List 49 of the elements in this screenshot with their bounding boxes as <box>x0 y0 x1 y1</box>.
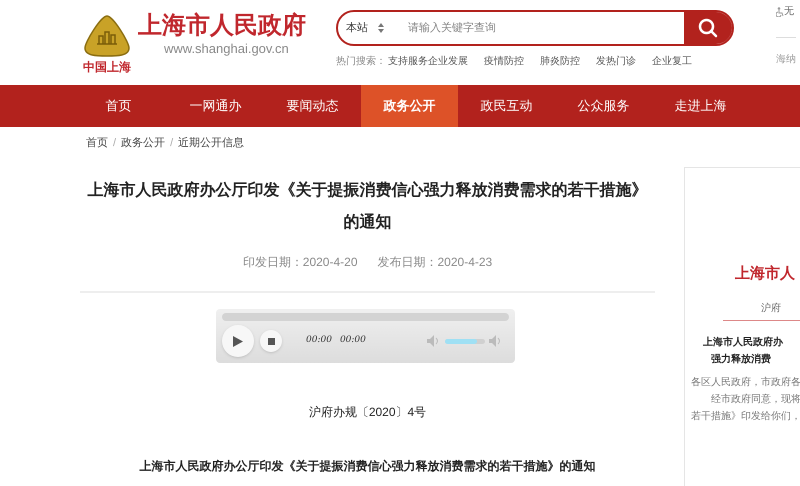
article-title: 上海市人民政府办公厅印发《关于提振消费信心强力释放消费需求的若干措施》的通知 <box>86 180 648 233</box>
search-field[interactable]: 本站 请输入关键字查询 <box>336 10 734 46</box>
preview-heading: 上海市人 <box>735 263 795 284</box>
preview-text: 若干措施》印发给你们， <box>691 410 800 424</box>
emblem-icon <box>83 14 131 58</box>
total-time: 00:00 <box>340 334 366 348</box>
hot-search-link[interactable]: 支持服务企业发展 <box>388 54 468 69</box>
nav-tab[interactable]: 走进上海 <box>652 85 749 127</box>
hot-search-label: 热门搜索： <box>336 54 386 69</box>
publish-date: 发布日期：2020-4-23 <box>378 254 492 271</box>
progress-track[interactable] <box>222 313 509 321</box>
site-title: 上海市人民政府 <box>138 11 306 41</box>
wheelchair-icon <box>776 6 784 16</box>
nav-tab[interactable]: 要闻动态 <box>264 85 361 127</box>
volume-icon <box>489 335 503 347</box>
nav-tab[interactable]: 一网通办 <box>167 85 264 127</box>
site-url: www.shanghai.gov.cn <box>164 42 290 55</box>
preview-number: 沪府 <box>761 302 781 316</box>
play-button[interactable] <box>222 325 254 357</box>
mute-icon <box>427 335 441 347</box>
breadcrumb-link[interactable]: 首页 <box>86 134 108 152</box>
nav-tab[interactable]: 政务公开 <box>361 85 458 127</box>
breadcrumb-separator: / <box>170 136 174 151</box>
nav-tab[interactable]: 公众服务 <box>555 85 652 127</box>
article-subtitle: 上海市人民政府办公厅印发《关于提振消费信心强力释放消费需求的若干措施》的通知 <box>138 458 596 475</box>
stop-button[interactable] <box>260 330 282 352</box>
current-time: 00:00 <box>306 334 332 348</box>
scope-select[interactable]: 本站 <box>338 20 400 36</box>
hot-search-link[interactable]: 发热门诊 <box>596 54 636 69</box>
play-icon <box>233 336 243 346</box>
hot-search-link[interactable]: 疫情防控 <box>484 54 524 69</box>
issue-date: 印发日期：2020-4-20 <box>242 254 358 271</box>
breadcrumb-link[interactable]: 近期公开信息 <box>178 134 244 152</box>
hot-search-link[interactable]: 肺炎防控 <box>540 54 580 69</box>
volume-slider[interactable] <box>445 338 485 344</box>
search-icon <box>698 18 718 38</box>
stop-icon <box>268 338 274 344</box>
breadcrumb-separator: / <box>113 136 116 151</box>
breadcrumb-link[interactable]: 政务公开 <box>121 134 166 152</box>
preview-title: 上海市人民政府办 <box>703 335 783 350</box>
search-button[interactable] <box>684 12 732 44</box>
document-number: 沪府办规〔2020〕4号 <box>308 404 428 421</box>
hot-search-link[interactable]: 企业复工 <box>652 54 692 69</box>
nav-tab[interactable]: 政民互动 <box>458 85 555 127</box>
emblem-caption: 中国上海 <box>83 61 131 73</box>
sort-icon <box>378 23 384 33</box>
nav-tab[interactable]: 首页 <box>70 85 167 127</box>
preview-title: 强力释放消费 <box>711 352 771 366</box>
accessibility-link[interactable]: 无 <box>784 4 794 19</box>
